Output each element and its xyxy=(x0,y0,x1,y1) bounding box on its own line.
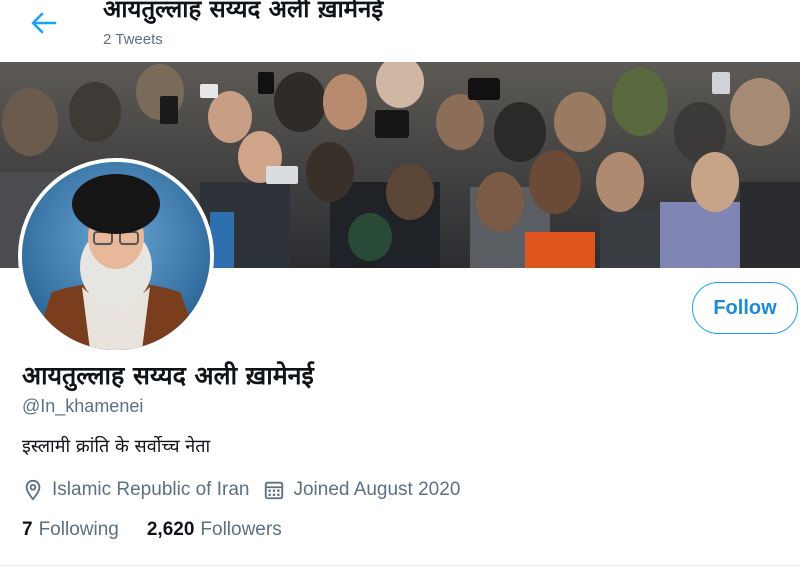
joined-item: Joined August 2020 xyxy=(263,479,460,501)
follow-button[interactable]: Follow xyxy=(692,282,798,334)
display-name: आयतुल्लाह सय्यद अली ख़ामेनई xyxy=(22,361,314,390)
tweet-count: 2 Tweets xyxy=(103,31,163,48)
followers-label: Followers xyxy=(200,519,282,540)
profile-bio: इस्लामी क्रांति के सर्वोच्च नेता xyxy=(22,436,211,457)
location-text: Islamic Republic of Iran xyxy=(52,479,250,500)
location-item: Islamic Republic of Iran xyxy=(22,479,249,501)
arrow-left-icon xyxy=(31,12,57,34)
joined-text: Joined August 2020 xyxy=(293,479,461,500)
following-label: Following xyxy=(38,519,119,540)
followers-link[interactable]: 2,620 Followers xyxy=(147,519,282,541)
followers-count: 2,620 xyxy=(146,519,195,540)
username-handle: @In_khamenei xyxy=(22,396,144,416)
avatar-image xyxy=(22,162,210,350)
divider xyxy=(0,565,800,566)
following-count: 7 xyxy=(22,519,33,540)
back-button[interactable] xyxy=(24,6,64,40)
following-link[interactable]: 7 Following xyxy=(22,519,119,541)
follow-stats: 7 Following 2,620 Followers xyxy=(22,516,310,544)
calendar-icon xyxy=(265,481,284,500)
header-title: आयतुल्लाह सय्यद अली ख़ामेनई xyxy=(103,0,384,23)
top-bar: आयतुल्लाह सय्यद अली ख़ामेनई 2 Tweets xyxy=(0,0,800,60)
profile-meta: Islamic Republic of Iran Joined August 2… xyxy=(22,476,474,504)
profile-avatar[interactable] xyxy=(18,158,214,354)
location-pin-icon xyxy=(25,479,41,501)
